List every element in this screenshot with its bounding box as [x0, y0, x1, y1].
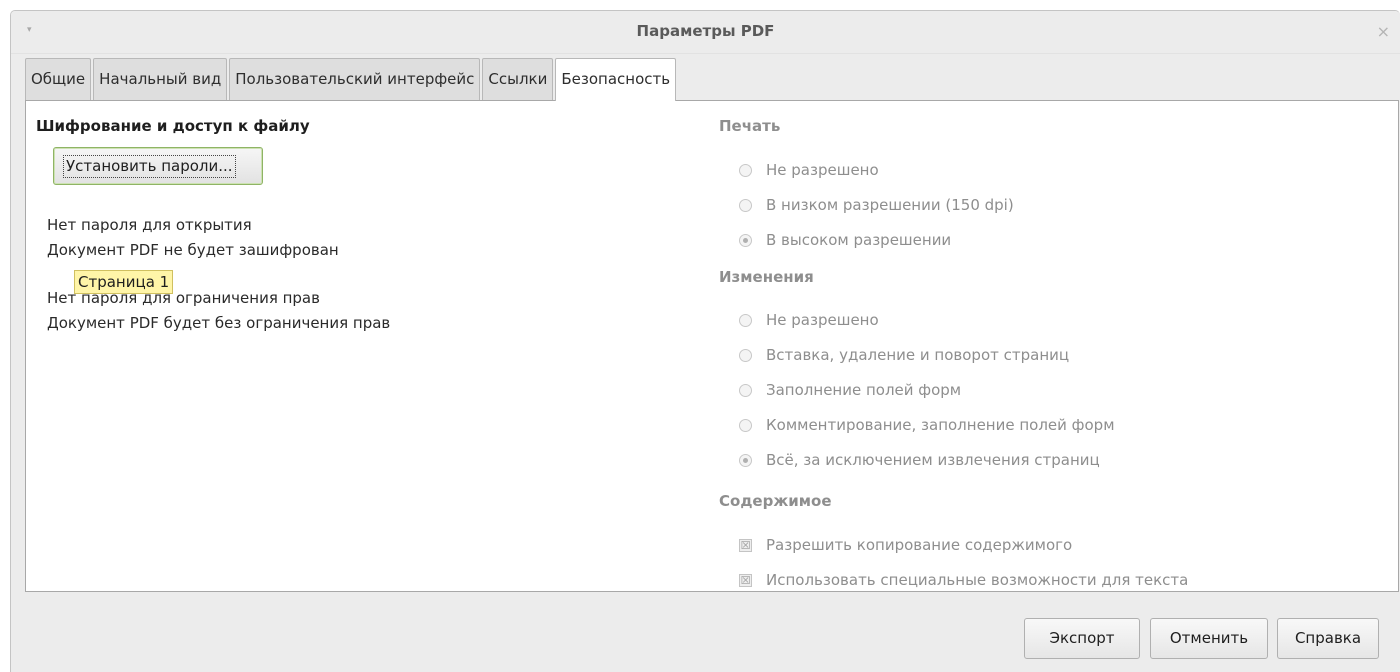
encryption-section-title: Шифрование и доступ к файлу [36, 117, 310, 135]
tab-general[interactable]: Общие [25, 58, 92, 100]
tab-bar: Общие Начальный вид Пользовательский инт… [25, 58, 678, 101]
changes-insert-delete-rotate-label: Вставка, удаление и поворот страниц [766, 346, 1070, 364]
pdf-options-dialog: ▾ Параметры PDF × Общие Начальный вид По… [10, 10, 1400, 672]
page-tooltip: Страница 1 [74, 270, 174, 294]
set-passwords-button[interactable]: Установить пароли... [53, 147, 263, 185]
tab-links[interactable]: Ссылки [482, 58, 554, 100]
window-title: Параметры PDF [636, 22, 775, 40]
print-low-res-label: В низком разрешении (150 dpi) [766, 196, 1014, 214]
allow-copy-label: Разрешить копирование содержимого [766, 536, 1073, 554]
changes-comment-fill-forms-radio[interactable] [739, 419, 752, 432]
title-bar: ▾ Параметры PDF × [11, 11, 1400, 54]
changes-fill-forms-radio[interactable] [739, 384, 752, 397]
security-panel: Шифрование и доступ к файлу Установить п… [25, 100, 1399, 592]
not-encrypted-text: Документ PDF не будет зашифрован [47, 241, 339, 259]
print-high-res-label: В высоком разрешении [766, 231, 952, 249]
changes-all-except-extract-radio[interactable] [739, 454, 752, 467]
print-low-res-radio[interactable] [739, 199, 752, 212]
no-open-password-text: Нет пароля для открытия [47, 216, 252, 234]
changes-insert-delete-rotate-radio[interactable] [739, 349, 752, 362]
export-button[interactable]: Экспорт [1024, 618, 1140, 659]
changes-section-title: Изменения [719, 268, 814, 286]
allow-copy-checkbox[interactable]: ☒ [739, 539, 752, 552]
cancel-button[interactable]: Отменить [1150, 618, 1268, 659]
changes-comment-fill-forms-label: Комментирование, заполнение полей форм [766, 416, 1115, 434]
print-high-res-radio[interactable] [739, 234, 752, 247]
help-button[interactable]: Справка [1277, 618, 1379, 659]
no-restrictions-text: Документ PDF будет без ограничения прав [47, 314, 391, 332]
accessibility-checkbox[interactable]: ☒ [739, 574, 752, 587]
changes-not-permitted-radio[interactable] [739, 314, 752, 327]
tab-initial-view[interactable]: Начальный вид [93, 58, 228, 100]
close-icon[interactable]: × [1377, 22, 1390, 41]
print-not-permitted-label: Не разрешено [766, 161, 879, 179]
changes-all-except-extract-label: Всё, за исключением извлечения страниц [766, 451, 1100, 469]
changes-not-permitted-label: Не разрешено [766, 311, 879, 329]
tab-user-interface[interactable]: Пользовательский интерфейс [229, 58, 481, 100]
changes-fill-forms-label: Заполнение полей форм [766, 381, 962, 399]
printing-section-title: Печать [719, 117, 781, 135]
set-passwords-label: Установить пароли... [63, 155, 236, 178]
print-not-permitted-radio[interactable] [739, 164, 752, 177]
accessibility-label: Использовать специальные возможности для… [766, 571, 1189, 589]
content-section-title: Содержимое [719, 492, 832, 510]
tab-security[interactable]: Безопасность [555, 58, 677, 101]
